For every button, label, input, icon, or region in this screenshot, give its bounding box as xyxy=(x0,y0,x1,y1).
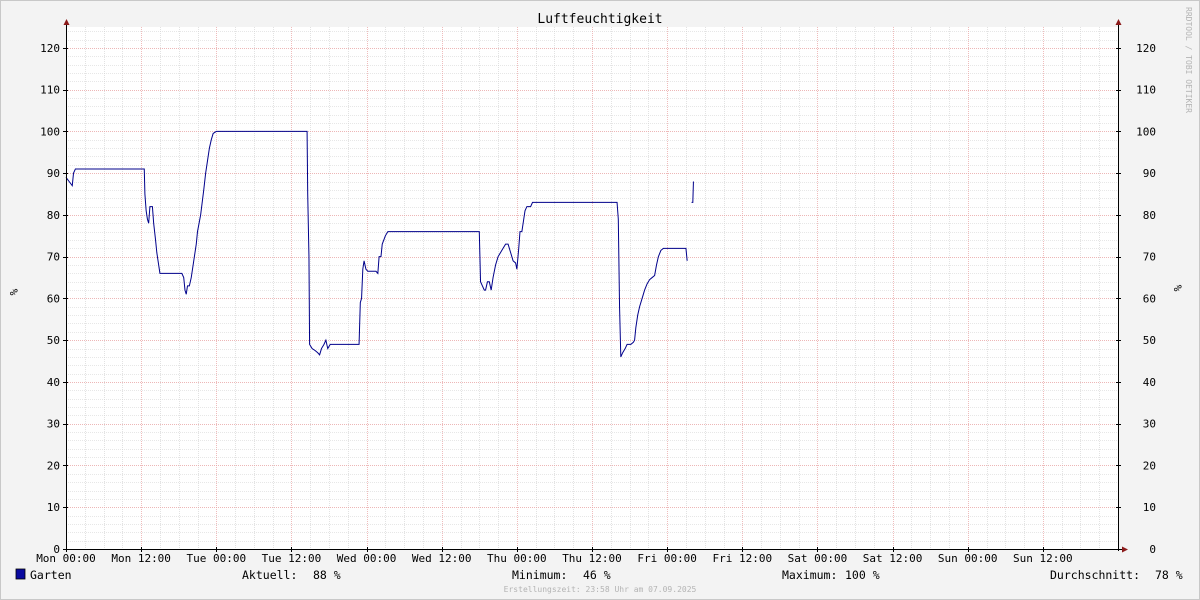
x-tick-label: Sun 00:00 xyxy=(938,552,998,565)
x-tick-label: Thu 00:00 xyxy=(487,552,547,565)
legend-minimum-label: Minimum: xyxy=(512,568,567,582)
legend-minimum-value: 46 % xyxy=(583,568,611,582)
watermark: RRDTOOL / TOBI OETIKER xyxy=(1184,7,1193,113)
y-tick-label-right: 100 xyxy=(1136,125,1156,138)
y-tick-label-left: 20 xyxy=(47,459,60,472)
x-tick-label: Sun 12:00 xyxy=(1013,552,1073,565)
humidity-chart: 0 10 20 30 40 50 60 70 80 90 100 110 120 0 10 20 30 40 50… xyxy=(7,7,1193,594)
x-tick-label: Wed 12:00 xyxy=(412,552,472,565)
y-tick-label-right: 80 xyxy=(1143,209,1156,222)
legend-durchschnitt-value: 78 % xyxy=(1155,568,1183,582)
plot-area xyxy=(66,27,1118,549)
y-tick-label-left: 110 xyxy=(40,84,60,97)
y-tick-label-left: 70 xyxy=(47,251,60,264)
x-tick-label: Mon 12:00 xyxy=(111,552,171,565)
y-tick-label-right: 40 xyxy=(1143,376,1156,389)
y-tick-label-left: 120 xyxy=(40,42,60,55)
x-tick-label: Tue 12:00 xyxy=(262,552,322,565)
y-tick-label-left: 80 xyxy=(47,209,60,222)
y-tick-label-left: 40 xyxy=(47,376,60,389)
y-tick-label-right: 0 xyxy=(1149,543,1156,556)
legend-swatch-garten xyxy=(15,568,26,580)
y-tick-label-right: 10 xyxy=(1143,501,1156,514)
y-axis-label-left: % xyxy=(7,289,20,296)
x-tick-label: Sat 00:00 xyxy=(788,552,848,565)
y-tick-label-right: 120 xyxy=(1136,42,1156,55)
y-tick-label-right: 70 xyxy=(1143,251,1156,264)
y-tick-label-left: 90 xyxy=(47,167,60,180)
y-tick-labels-right: 0 10 20 30 40 50 60 70 80 90 100 110 120 xyxy=(1136,42,1156,556)
y-tick-label-left: 60 xyxy=(47,292,60,305)
x-tick-label: Thu 12:00 xyxy=(562,552,622,565)
x-tick-labels: Mon 00:00 Mon 12:00 Tue 00:00 Tue 12:00 Wed … xyxy=(36,552,1072,565)
y-tick-label-right: 20 xyxy=(1143,459,1156,472)
y-tick-label-left: 10 xyxy=(47,501,60,514)
legend-aktuell-value: 88 % xyxy=(313,568,341,582)
legend-maximum-label: Maximum: xyxy=(782,568,837,582)
y-tick-label-left: 100 xyxy=(40,125,60,138)
legend-aktuell-label: Aktuell: xyxy=(242,568,297,582)
legend-durchschnitt-label: Durchschnitt: xyxy=(1050,568,1140,582)
x-tick-label: Fri 00:00 xyxy=(637,552,697,565)
x-tick-label: Wed 00:00 xyxy=(337,552,397,565)
x-tick-label: Mon 00:00 xyxy=(36,552,96,565)
x-tick-label: Tue 00:00 xyxy=(186,552,246,565)
y-axis-label-right: % xyxy=(1171,285,1184,292)
x-axis-arrow xyxy=(1122,546,1128,553)
footer-timestamp: Erstellungszeit: 23:58 Uhr am 07.09.2025 xyxy=(504,585,697,594)
y-axis-arrow-right xyxy=(1115,19,1122,25)
y-tick-labels-left: 0102030405060708090100110120 xyxy=(40,42,60,556)
legend-maximum-value: 100 % xyxy=(845,568,880,582)
y-tick-label-right: 110 xyxy=(1136,84,1156,97)
x-tick-label: Sat 12:00 xyxy=(863,552,923,565)
chart-title: Luftfeuchtigkeit xyxy=(537,12,662,27)
x-tick-label: Fri 12:00 xyxy=(712,552,772,565)
y-tick-label-right: 60 xyxy=(1143,292,1156,305)
y-axis-arrow-left xyxy=(63,19,70,25)
y-tick-label-left: 50 xyxy=(47,334,60,347)
y-tick-label-right: 30 xyxy=(1143,418,1156,431)
y-tick-label-right: 50 xyxy=(1143,334,1156,347)
y-tick-label-left: 30 xyxy=(47,418,60,431)
y-tick-label-right: 90 xyxy=(1143,167,1156,180)
legend-series-label: Garten xyxy=(30,568,72,582)
